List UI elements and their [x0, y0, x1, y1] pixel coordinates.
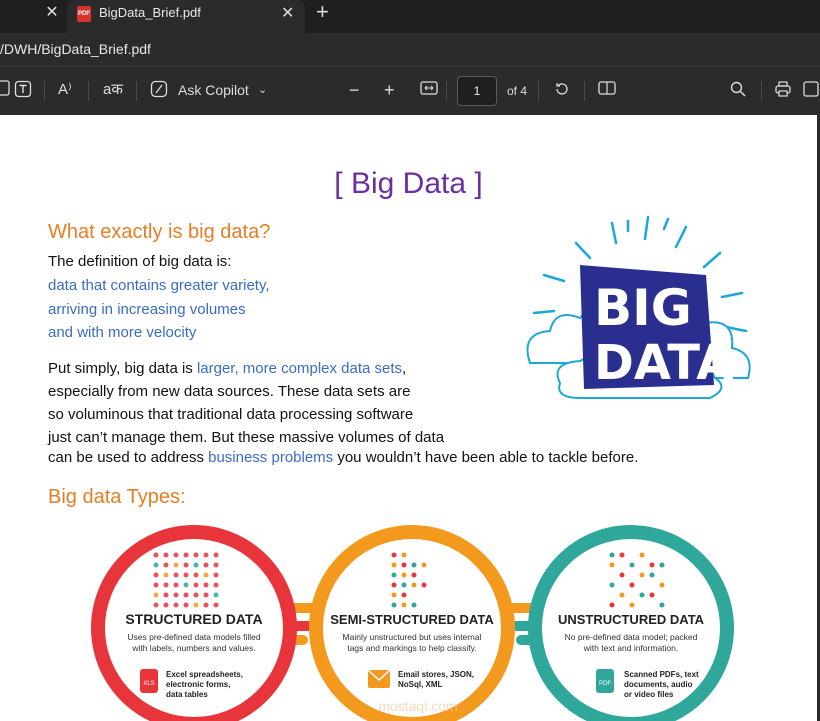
unstructured-data-card: UNSTRUCTURED DATA No pre-defined data mo…: [528, 525, 734, 721]
unstructured-desc: with text and information.: [583, 643, 679, 653]
paragraph-line: can be used to address business problems…: [48, 446, 638, 470]
ask-copilot-button[interactable]: Ask Copilot: [178, 80, 249, 100]
document-title: [ Big Data ]: [334, 167, 483, 200]
paragraph-line: so voluminous that traditional data proc…: [48, 406, 414, 423]
page-view-icon[interactable]: [598, 80, 616, 102]
semi-structured-desc: tags and markings to help classify.: [347, 643, 476, 653]
art-text-data: DATA: [594, 335, 733, 391]
text-tool-icon[interactable]: [14, 80, 32, 104]
structured-examples: data tables: [166, 690, 208, 699]
print-icon[interactable]: [774, 80, 792, 104]
save-icon[interactable]: [802, 80, 820, 104]
semi-structured-examples: NoSql, XML: [398, 680, 443, 689]
unstructured-examples: documents, audio: [624, 680, 693, 689]
tab-title: BigData_Brief.pdf: [99, 5, 201, 20]
pdf-toolbar: A⁾ aक Ask Copilot ⌄ − + 1 of 4: [0, 66, 820, 115]
highlight-business-problems: business problems: [208, 449, 334, 466]
url-text[interactable]: /DWH/BigData_Brief.pdf: [0, 41, 151, 57]
structured-title: STRUCTURED DATA: [125, 611, 262, 627]
zoom-in-icon[interactable]: +: [384, 80, 395, 100]
pdf-file-icon: PDF: [77, 6, 91, 22]
fit-to-width-icon[interactable]: [420, 80, 438, 102]
previous-tab-close-icon[interactable]: ✕: [42, 3, 62, 23]
search-icon[interactable]: [729, 80, 747, 104]
toolbar-separator: [446, 81, 447, 101]
art-text-big: BIG: [594, 279, 692, 337]
translate-icon[interactable]: aक: [103, 80, 123, 100]
toolbar-separator: [44, 81, 45, 101]
paragraph-text: Put simply, big data is: [48, 360, 197, 377]
big-data-illustration: BIG DATA: [526, 215, 751, 399]
copilot-icon[interactable]: [150, 80, 168, 104]
new-tab-plus-icon[interactable]: +: [316, 0, 329, 24]
toolbar-separator: [538, 81, 539, 101]
tab-bar: ✕ PDF BigData_Brief.pdf ✕ +: [0, 0, 820, 33]
unstructured-desc: No pre-defined data model; packed: [565, 632, 698, 642]
toolbar-separator: [584, 81, 585, 101]
page-number-input[interactable]: 1: [457, 76, 497, 106]
semi-structured-data-card: SEMI-STRUCTURED DATA Mainly unstructured…: [309, 525, 515, 721]
pdf-page: [ Big Data ] What exactly is big data? T…: [0, 115, 817, 721]
tab-active[interactable]: PDF BigData_Brief.pdf ✕: [67, 0, 305, 33]
paragraph-text: ,: [402, 360, 407, 377]
toolbar-separator: [88, 81, 89, 101]
definition-line: data that contains greater variety,: [48, 277, 270, 294]
pdf-file-label: PDF: [599, 681, 611, 687]
definition-intro: The definition of big data is:: [48, 253, 232, 270]
paragraph-text: you wouldn’t have been able to tackle be…: [333, 449, 639, 466]
zoom-out-icon[interactable]: −: [349, 80, 360, 100]
structured-desc: Uses pre-defined data models filled: [127, 632, 261, 642]
toolbar-separator: [136, 81, 137, 101]
semi-structured-examples: Email stores, JSON,: [398, 670, 474, 679]
data-types-infographic: STRUCTURED DATA Uses pre-defined data mo…: [91, 525, 734, 721]
tab-close-icon[interactable]: ✕: [281, 3, 294, 23]
rotate-icon[interactable]: [553, 80, 571, 104]
structured-examples: Excel spreadsheets,: [166, 670, 243, 679]
watermark: mostaql.com: [378, 698, 457, 714]
paragraph-line: Put simply, big data is larger, more com…: [48, 357, 406, 381]
highlight-larger-data-sets: larger, more complex data sets: [196, 360, 403, 377]
read-aloud-icon[interactable]: A⁾: [58, 80, 72, 100]
unstructured-title: UNSTRUCTURED DATA: [558, 612, 705, 627]
structured-desc: with labels, numbers and values.: [131, 643, 255, 653]
chevron-down-icon[interactable]: ⌄: [258, 80, 267, 100]
definition-line: and with more velocity: [48, 324, 197, 341]
semi-structured-title: SEMI-STRUCTURED DATA: [330, 612, 494, 627]
address-bar[interactable]: /DWH/BigData_Brief.pdf: [0, 33, 820, 66]
unstructured-examples: Scanned PDFs, text: [624, 670, 699, 679]
page-total-label: of 4: [507, 84, 528, 98]
definition-line: arriving in increasing volumes: [48, 301, 246, 318]
section-heading-what-is-big-data: What exactly is big data?: [48, 221, 271, 243]
section-heading-big-data-types: Big data Types:: [48, 486, 186, 508]
toolbar-separator: [761, 81, 762, 101]
xls-file-label: XLS: [143, 681, 154, 687]
structured-data-card: STRUCTURED DATA Uses pre-defined data mo…: [91, 525, 297, 721]
unstructured-examples: or video files: [624, 690, 674, 699]
structured-examples: electronic forms,: [166, 680, 230, 689]
semi-structured-desc: Mainly unstructured but uses internal: [343, 632, 482, 642]
paragraph-text: can be used to address: [48, 449, 209, 466]
paragraph-line: especially from new data sources. These …: [48, 383, 411, 400]
